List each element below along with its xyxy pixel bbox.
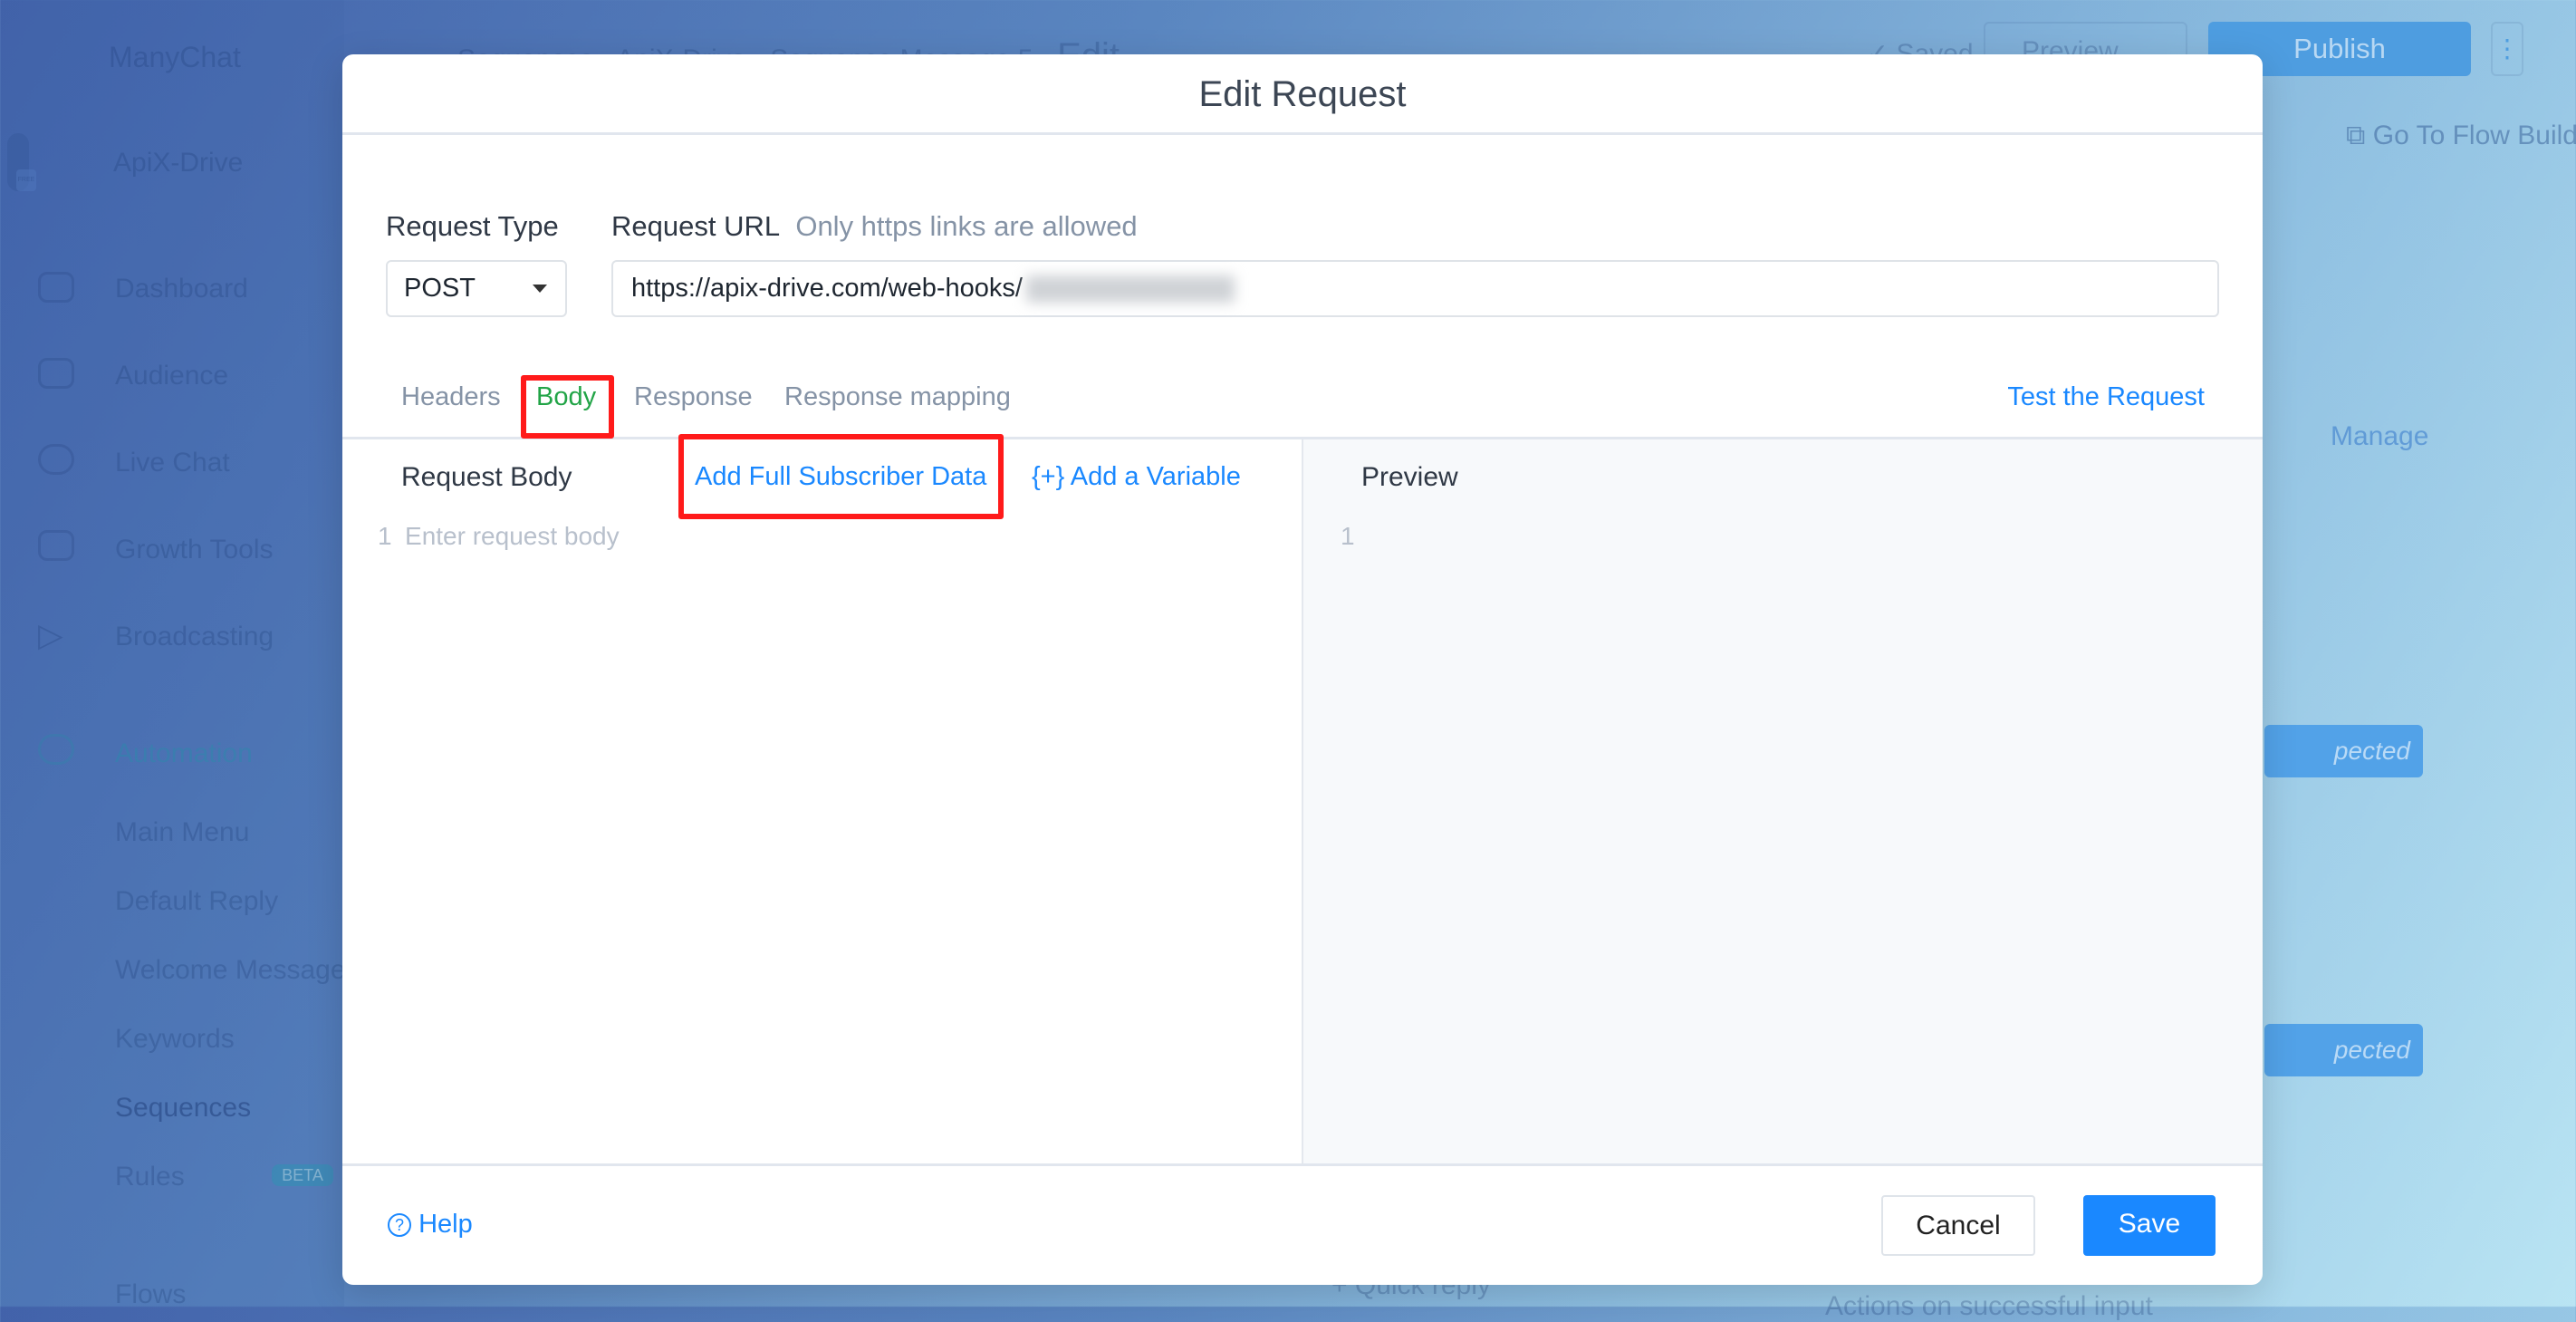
beta-badge: BETA <box>272 1164 333 1186</box>
add-variable-link[interactable]: {+} Add a Variable <box>1032 462 1241 492</box>
tab-headers[interactable]: Headers <box>401 382 501 412</box>
divider <box>342 1163 2263 1166</box>
sidebar-item-flows[interactable]: Flows <box>115 1279 186 1310</box>
manage-link[interactable]: Manage <box>2331 421 2428 452</box>
cancel-button[interactable]: Cancel <box>1881 1195 2035 1256</box>
line-number: 1 <box>378 522 392 550</box>
redacted-token <box>1025 275 1235 304</box>
sidebar-item-dashboard[interactable]: Dashboard <box>115 274 248 304</box>
sidebar-item-keywords[interactable]: Keywords <box>115 1024 235 1055</box>
request-type-select[interactable]: POST <box>386 260 567 317</box>
actions-heading: Actions on successful input <box>1825 1291 2153 1321</box>
save-button[interactable]: Save <box>2083 1195 2216 1256</box>
modal-title: Edit Request <box>342 54 2263 135</box>
body-placeholder: Enter request body <box>405 522 620 550</box>
automation-icon <box>38 734 74 765</box>
sidebar-item-live-chat[interactable]: Live Chat <box>115 448 230 478</box>
sidebar-item-default-reply[interactable]: Default Reply <box>115 886 278 917</box>
more-menu-icon[interactable]: ⋮ <box>2491 22 2523 76</box>
page-name: ApiX-Drive <box>113 148 244 178</box>
request-url-label: Request URL Only https links are allowed <box>611 210 1138 242</box>
help-icon: ? <box>388 1213 411 1237</box>
sidebar-item-welcome-message[interactable]: Welcome Message <box>115 955 346 986</box>
preview-pane: Preview 1 <box>1302 439 2263 1164</box>
plan-badge: FREE <box>16 169 36 191</box>
expected-badge: pected <box>2264 725 2423 777</box>
edit-request-modal: Edit Request Request Type Request URL On… <box>342 54 2263 1285</box>
chevron-down-icon <box>533 285 547 293</box>
request-body-editor[interactable]: 1 Enter request body <box>378 522 1283 1156</box>
sidebar-item-sequences[interactable]: Sequences <box>115 1093 251 1124</box>
sidebar-item-growth-tools[interactable]: Growth Tools <box>115 535 274 565</box>
broadcast-icon: ▷ <box>38 616 63 653</box>
preview-line-number: 1 <box>1341 522 1355 550</box>
chat-icon <box>38 444 74 475</box>
brand-logo: ManyChat <box>109 41 241 73</box>
tab-response-mapping[interactable]: Response mapping <box>784 382 1011 412</box>
tab-response[interactable]: Response <box>634 382 753 412</box>
sidebar-item-rules[interactable]: Rules <box>115 1162 185 1192</box>
sidebar-item-audience[interactable]: Audience <box>115 361 228 391</box>
sidebar-item-automation[interactable]: Automation <box>115 738 253 769</box>
request-type-label: Request Type <box>386 210 559 242</box>
flow-builder-link[interactable]: ⧉ Go To Flow Builder <box>2346 121 2576 151</box>
highlight-box-body-tab <box>521 375 614 439</box>
test-request-link[interactable]: Test the Request <box>2007 382 2205 412</box>
request-url-hint: Only https links are allowed <box>795 210 1138 242</box>
request-body-label: Request Body <box>401 462 572 492</box>
highlight-box-add-subscriber <box>678 434 1004 519</box>
dashboard-icon <box>38 272 74 303</box>
expected-badge: pected <box>2264 1024 2423 1076</box>
sidebar-item-broadcasting[interactable]: Broadcasting <box>115 622 274 652</box>
growth-tools-icon <box>38 530 74 561</box>
request-url-input[interactable]: https://apix-drive.com/web-hooks/ <box>611 260 2219 317</box>
sidebar-item-main-menu[interactable]: Main Menu <box>115 817 249 848</box>
audience-icon <box>38 358 74 389</box>
preview-label: Preview <box>1361 462 1458 492</box>
help-link[interactable]: ? Help <box>388 1210 473 1240</box>
